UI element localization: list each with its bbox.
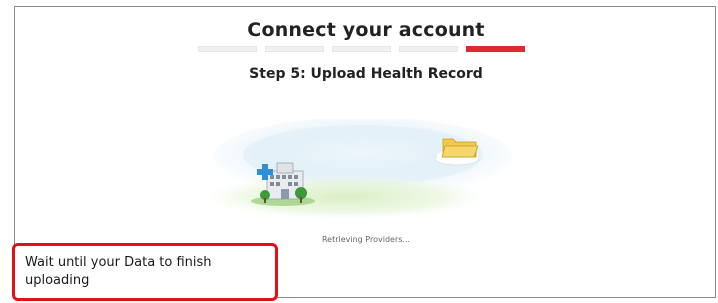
upload-illustration bbox=[205, 119, 513, 219]
screenshot-frame: Connect your account Step 5: Upload Heal… bbox=[0, 0, 718, 303]
step-segment-4 bbox=[399, 46, 458, 52]
step-segment-2 bbox=[265, 46, 324, 52]
step-subtitle: Step 5: Upload Health Record bbox=[249, 66, 483, 82]
step-segment-1 bbox=[198, 46, 257, 52]
step-progress-bar bbox=[198, 46, 525, 52]
instruction-callout: Wait until your Data to finish uploading bbox=[12, 243, 278, 301]
step-segment-3 bbox=[332, 46, 391, 52]
page-title: Connect your account bbox=[247, 19, 485, 41]
step-segment-5-active bbox=[466, 46, 525, 52]
grass-glow bbox=[205, 175, 485, 219]
